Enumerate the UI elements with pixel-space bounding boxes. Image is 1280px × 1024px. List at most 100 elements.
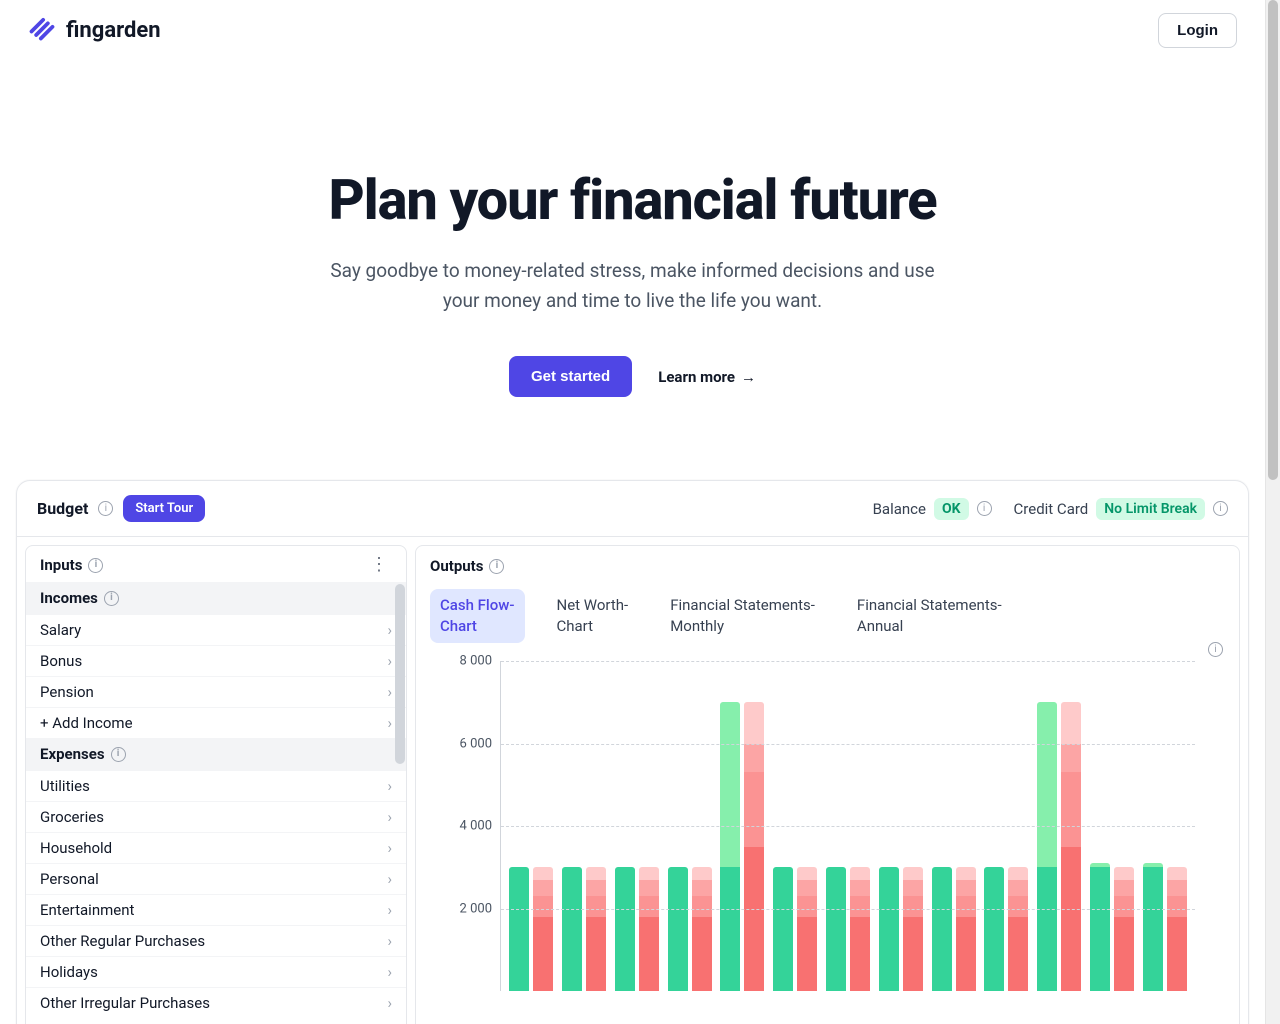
bar-stack bbox=[720, 702, 740, 991]
info-icon[interactable]: i bbox=[88, 558, 103, 573]
chevron-right-icon: › bbox=[387, 621, 392, 639]
bar-stack bbox=[744, 702, 764, 991]
bar-segment bbox=[956, 880, 976, 897]
bar-segment bbox=[639, 880, 659, 897]
bar-segment bbox=[903, 917, 923, 991]
chevron-right-icon: › bbox=[387, 870, 392, 888]
info-icon[interactable]: i bbox=[111, 747, 126, 762]
bar-stack bbox=[668, 867, 688, 991]
expense-row[interactable]: Other Regular Purchases › bbox=[26, 925, 406, 956]
page-scrollbar[interactable] bbox=[1265, 0, 1280, 1024]
expense-row[interactable]: Groceries› bbox=[26, 801, 406, 832]
bar-segment bbox=[797, 867, 817, 879]
bar-stack bbox=[1090, 863, 1110, 991]
bar-segment bbox=[903, 880, 923, 897]
bar-stack bbox=[692, 867, 712, 991]
get-started-button[interactable]: Get started bbox=[509, 356, 632, 397]
expense-row[interactable]: Household› bbox=[26, 832, 406, 863]
chart-plot-area bbox=[500, 661, 1195, 991]
y-tick-label: 4 000 bbox=[460, 819, 492, 834]
bar-segment bbox=[615, 867, 635, 991]
login-button[interactable]: Login bbox=[1158, 13, 1237, 48]
bar-segment bbox=[1008, 917, 1028, 991]
bar-segment bbox=[903, 867, 923, 879]
bar-segment bbox=[509, 867, 529, 991]
expense-row[interactable]: Personal› bbox=[26, 863, 406, 894]
bar-stack bbox=[1167, 867, 1187, 991]
bar-segment bbox=[639, 917, 659, 991]
bar-stack bbox=[1037, 702, 1057, 991]
row-label: Utilities bbox=[40, 777, 90, 795]
output-tab[interactable]: Net Worth-Chart bbox=[547, 589, 639, 643]
bar-segment bbox=[586, 867, 606, 879]
bar-segment bbox=[692, 917, 712, 991]
row-label: + Add Income bbox=[40, 714, 133, 732]
bar-segment bbox=[1008, 867, 1028, 879]
info-icon[interactable]: i bbox=[104, 591, 119, 606]
bar-segment bbox=[956, 867, 976, 879]
bar-stack bbox=[615, 867, 635, 991]
info-icon[interactable]: i bbox=[977, 501, 992, 516]
bar-segment bbox=[692, 867, 712, 879]
bar-segment bbox=[1061, 847, 1081, 991]
info-icon[interactable]: i bbox=[1213, 501, 1228, 516]
bar-segment bbox=[533, 867, 553, 879]
bar-segment bbox=[744, 744, 764, 773]
output-tab[interactable]: Cash Flow-Chart bbox=[430, 589, 525, 643]
bar-segment bbox=[1167, 917, 1187, 991]
bar-stack bbox=[509, 867, 529, 991]
bar-segment bbox=[850, 880, 870, 897]
chevron-right-icon: › bbox=[387, 994, 392, 1012]
budget-title: Budget bbox=[37, 499, 88, 518]
bar-stack bbox=[773, 867, 793, 991]
inputs-panel: Inputs i ⋮ IncomesiSalary›Bonus›Pension›… bbox=[25, 545, 407, 1024]
brand[interactable]: fingarden bbox=[28, 14, 161, 46]
chevron-right-icon: › bbox=[387, 808, 392, 826]
hero-title: Plan your financial future bbox=[0, 170, 1265, 232]
income-row[interactable]: Pension› bbox=[26, 676, 406, 707]
bar-segment bbox=[533, 880, 553, 897]
chevron-right-icon: › bbox=[387, 777, 392, 795]
chevron-right-icon: › bbox=[387, 839, 392, 857]
bar-segment bbox=[692, 880, 712, 897]
info-icon[interactable]: i bbox=[1208, 642, 1223, 657]
bar-segment bbox=[826, 867, 846, 991]
cash-flow-chart: 2 0004 0006 0008 000 bbox=[430, 661, 1225, 991]
expense-row[interactable]: Utilities › bbox=[26, 770, 406, 801]
chevron-right-icon: › bbox=[387, 714, 392, 732]
row-label: Other Irregular Purchases bbox=[40, 994, 210, 1012]
bar-segment bbox=[1114, 896, 1134, 917]
row-label: Other Regular Purchases bbox=[40, 932, 205, 950]
info-icon[interactable]: i bbox=[489, 559, 504, 574]
chevron-right-icon: › bbox=[387, 932, 392, 950]
bar-segment bbox=[1008, 896, 1028, 917]
bar-segment bbox=[773, 867, 793, 991]
bar-segment bbox=[956, 917, 976, 991]
start-tour-button[interactable]: Start Tour bbox=[123, 495, 205, 522]
more-options-icon[interactable]: ⋮ bbox=[366, 556, 392, 574]
inputs-title: Inputs bbox=[40, 556, 82, 574]
income-row[interactable]: Bonus› bbox=[26, 645, 406, 676]
bar-stack bbox=[932, 867, 952, 991]
scrollbar-thumb[interactable] bbox=[1268, 0, 1278, 480]
expense-row[interactable]: Holidays› bbox=[26, 956, 406, 987]
expense-row[interactable]: Entertainment› bbox=[26, 894, 406, 925]
bar-stack bbox=[984, 867, 1004, 991]
learn-more-label: Learn more bbox=[658, 368, 735, 386]
bar-segment bbox=[1167, 867, 1187, 879]
bar-stack bbox=[879, 867, 899, 991]
expense-row[interactable]: Other Irregular Purchases › bbox=[26, 987, 406, 1018]
bar-segment bbox=[692, 896, 712, 917]
info-icon[interactable]: i bbox=[98, 501, 113, 516]
bar-segment bbox=[850, 917, 870, 991]
learn-more-link[interactable]: Learn more → bbox=[658, 368, 756, 386]
income-row[interactable]: + Add Income › bbox=[26, 707, 406, 738]
output-tab[interactable]: Financial Statements-Annual bbox=[847, 589, 1012, 643]
bar-stack bbox=[586, 867, 606, 991]
y-tick-label: 6 000 bbox=[460, 736, 492, 751]
output-tab[interactable]: Financial Statements-Monthly bbox=[660, 589, 825, 643]
bar-stack bbox=[850, 867, 870, 991]
panel-scrollbar-thumb[interactable] bbox=[395, 584, 405, 764]
income-row[interactable]: Salary› bbox=[26, 614, 406, 645]
balance-metric: Balance OK i bbox=[873, 498, 992, 520]
